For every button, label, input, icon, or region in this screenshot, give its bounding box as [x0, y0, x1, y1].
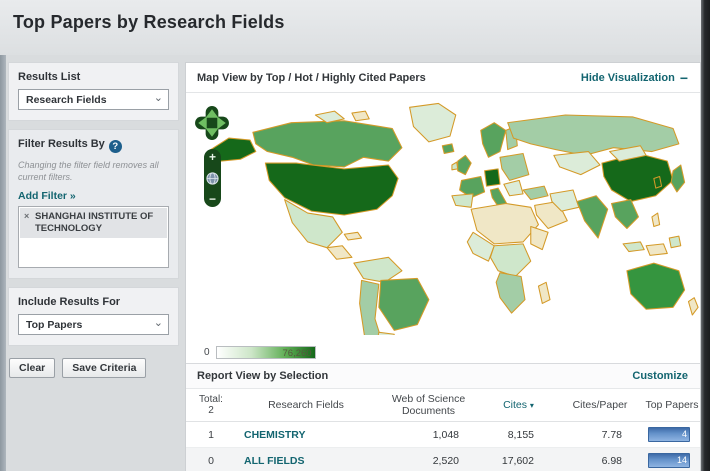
- legend-max-value: 76,260: [283, 348, 312, 359]
- filter-note: Changing the filter field removes all cu…: [18, 159, 169, 183]
- report-title: Report View by Selection: [197, 370, 328, 382]
- report-table: Total: 2 Research Fields Web of Science …: [186, 389, 700, 471]
- cites-per-paper-value: 6.98: [556, 455, 644, 467]
- include-results-dropdown[interactable]: Top Papers ⌄: [18, 314, 169, 335]
- pan-compass-control[interactable]: [194, 105, 230, 141]
- clear-button[interactable]: Clear: [9, 358, 55, 378]
- cites-per-paper-value: 7.78: [556, 429, 644, 441]
- hide-visualization-link[interactable]: Hide Visualization −: [581, 70, 688, 86]
- column-top-papers: Top Papers: [644, 399, 700, 411]
- table-row: 1 CHEMISTRY 1,048 8,155 7.78 4: [186, 422, 700, 448]
- zoom-out-button[interactable]: −: [209, 193, 216, 205]
- map-legend: 0 76,260: [186, 341, 700, 363]
- customize-link[interactable]: Customize: [632, 370, 688, 382]
- page-header: Top Papers by Research Fields: [0, 0, 710, 55]
- add-filter-link[interactable]: Add Filter »: [18, 190, 169, 202]
- cites-value: 8,155: [481, 429, 556, 441]
- column-research-fields: Research Fields: [236, 399, 376, 411]
- filter-item-label: SHANGHAI INSTITUTE OF TECHNOLOGY: [35, 211, 153, 234]
- help-icon[interactable]: ?: [109, 140, 122, 153]
- save-criteria-button[interactable]: Save Criteria: [62, 358, 146, 378]
- top-papers-bar: 14: [648, 453, 690, 468]
- table-row: 0 ALL FIELDS 2,520 17,602 6.98 14: [186, 448, 700, 471]
- table-header-row: Total: 2 Research Fields Web of Science …: [186, 389, 700, 422]
- top-papers-bar: 4: [648, 427, 690, 442]
- filter-item[interactable]: × SHANGHAI INSTITUTE OF TECHNOLOGY: [20, 208, 167, 238]
- include-results-label: Include Results For: [18, 296, 169, 308]
- documents-value: 1,048: [376, 429, 481, 441]
- map-area: + −: [186, 93, 700, 341]
- page-title: Top Papers by Research Fields: [13, 12, 710, 33]
- results-list-section: Results List Research Fields ⌄: [8, 62, 179, 121]
- top-papers-value: 14: [677, 455, 687, 465]
- map-zoom-control[interactable]: + −: [204, 149, 221, 207]
- window-edge-left: [0, 55, 6, 471]
- active-filters-list: × SHANGHAI INSTITUTE OF TECHNOLOGY: [18, 206, 169, 268]
- column-cites-sortable[interactable]: Cites ▾: [481, 399, 556, 411]
- column-cites-per-paper: Cites/Paper: [556, 399, 644, 411]
- world-map[interactable]: [200, 95, 700, 335]
- column-wos-documents: Web of Science Documents: [376, 393, 481, 417]
- research-field-link[interactable]: ALL FIELDS: [236, 455, 376, 467]
- map-title: Map View by Top / Hot / Highly Cited Pap…: [197, 72, 426, 84]
- row-number: 0: [186, 455, 236, 467]
- chevron-down-icon: ⌄: [154, 319, 163, 327]
- sidebar: Results List Research Fields ⌄ Filter Re…: [8, 62, 179, 378]
- cites-value: 17,602: [481, 455, 556, 467]
- results-list-label: Results List: [18, 71, 169, 83]
- map-header: Map View by Top / Hot / Highly Cited Pap…: [186, 63, 700, 93]
- row-number: 1: [186, 429, 236, 441]
- report-header: Report View by Selection Customize: [186, 364, 700, 389]
- top-papers-value: 4: [682, 429, 687, 439]
- minus-icon: −: [680, 70, 688, 86]
- filter-label: Filter Results By: [18, 138, 105, 150]
- results-list-dropdown[interactable]: Research Fields ⌄: [18, 89, 169, 110]
- window-edge-right: [701, 0, 710, 471]
- globe-icon[interactable]: [206, 172, 219, 185]
- research-field-link[interactable]: CHEMISTRY: [236, 429, 376, 441]
- legend-min-value: 0: [204, 347, 210, 358]
- include-results-value: Top Papers: [26, 319, 82, 331]
- content-panel: Map View by Top / Hot / Highly Cited Pap…: [185, 62, 701, 471]
- remove-filter-icon[interactable]: ×: [24, 211, 29, 222]
- include-results-section: Include Results For Top Papers ⌄: [8, 287, 179, 346]
- column-total: Total: 2: [186, 394, 236, 417]
- zoom-in-button[interactable]: +: [209, 151, 216, 163]
- filter-section: Filter Results By? Changing the filter f…: [8, 129, 179, 279]
- sort-down-icon: ▾: [530, 401, 534, 410]
- map-legend-gradient: 76,260: [216, 346, 316, 359]
- chevron-down-icon: ⌄: [154, 94, 163, 102]
- sidebar-buttons: Clear Save Criteria: [8, 354, 179, 378]
- documents-value: 2,520: [376, 455, 481, 467]
- results-list-value: Research Fields: [26, 94, 107, 106]
